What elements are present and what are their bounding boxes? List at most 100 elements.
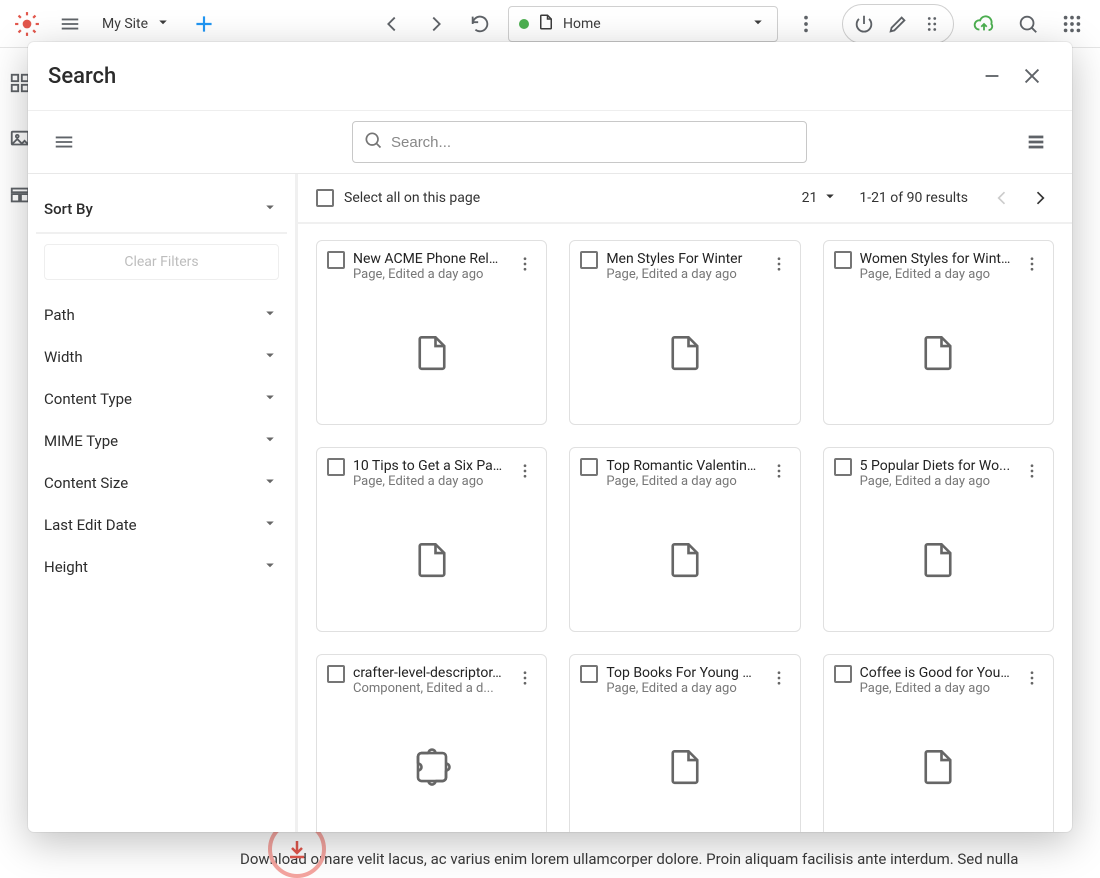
top-app-bar: My Site Home (0, 0, 1100, 48)
card-checkbox[interactable] (580, 458, 598, 476)
card-subtitle: Page, Edited a day ago (860, 267, 1011, 282)
card-checkbox[interactable] (834, 251, 852, 269)
result-card[interactable]: Women Styles for Winter Page, Edited a d… (823, 240, 1054, 425)
page-preview-text: Download ornare velit lacus, ac varius e… (240, 848, 1060, 871)
search-toolbar (28, 111, 1072, 174)
sort-by-section[interactable]: Sort By (36, 188, 287, 234)
card-subtitle: Page, Edited a day ago (353, 267, 504, 282)
card-title: 5 Popular Diets for Wo... (860, 458, 1011, 474)
page-file-icon (917, 746, 959, 792)
nav-back-button[interactable] (372, 4, 412, 44)
search-button[interactable] (1008, 4, 1048, 44)
card-checkbox[interactable] (834, 665, 852, 683)
main-menu-button[interactable] (50, 4, 90, 44)
site-selector[interactable]: My Site (94, 13, 180, 35)
clear-filters-button: Clear Filters (44, 244, 279, 280)
card-title: 10 Tips to Get a Six Pack (353, 458, 504, 474)
toggle-filters-button[interactable] (44, 122, 84, 162)
card-checkbox[interactable] (580, 665, 598, 683)
filter-last-edit-date[interactable]: Last Edit Date (36, 504, 287, 546)
publish-cloud-button[interactable] (964, 4, 1004, 44)
chevron-down-icon (261, 430, 279, 452)
filter-content-type[interactable]: Content Type (36, 378, 287, 420)
result-card[interactable]: 10 Tips to Get a Six Pack Page, Edited a… (316, 447, 547, 632)
minimize-button[interactable] (972, 56, 1012, 96)
reload-button[interactable] (460, 4, 500, 44)
result-card[interactable]: Men Styles For Winter Page, Edited a day… (569, 240, 800, 425)
filter-path[interactable]: Path (36, 294, 287, 336)
filter-content-size[interactable]: Content Size (36, 462, 287, 504)
chevron-down-icon (261, 304, 279, 326)
page-more-button[interactable] (786, 4, 826, 44)
modal-header: Search (28, 42, 1072, 111)
page-size-value: 21 (802, 190, 818, 206)
result-card[interactable]: 5 Popular Diets for Wo... Page, Edited a… (823, 447, 1054, 632)
select-all-checkbox[interactable] (316, 189, 334, 207)
card-checkbox[interactable] (327, 665, 345, 683)
card-more-button[interactable] (1019, 665, 1045, 691)
filter-height[interactable]: Height (36, 546, 287, 588)
results-pane: Select all on this page 21 1-21 of 90 re… (298, 174, 1072, 832)
page-size-select[interactable]: 21 (802, 187, 840, 209)
results-grid: New ACME Phone Relea... Page, Edited a d… (298, 224, 1072, 832)
card-subtitle: Page, Edited a day ago (606, 474, 757, 489)
apps-button[interactable] (1052, 4, 1092, 44)
filter-mime-type[interactable]: MIME Type (36, 420, 287, 462)
page-file-icon (664, 539, 706, 585)
site-selector-label: My Site (102, 16, 148, 32)
close-button[interactable] (1012, 56, 1052, 96)
chevron-down-icon (261, 346, 279, 368)
filter-label: Width (44, 348, 83, 366)
chevron-down-icon (154, 13, 172, 35)
drag-handle-button[interactable] (915, 7, 949, 41)
clear-filters-label: Clear Filters (124, 254, 198, 270)
page-file-icon (411, 539, 453, 585)
filter-label: Height (44, 558, 88, 576)
component-icon (411, 746, 453, 792)
url-bar[interactable]: Home (508, 6, 778, 42)
card-more-button[interactable] (766, 665, 792, 691)
card-subtitle: Page, Edited a day ago (860, 681, 1011, 696)
nav-forward-button[interactable] (416, 4, 456, 44)
result-card[interactable]: crafter-level-descriptor.... Component, … (316, 654, 547, 832)
card-subtitle: Page, Edited a day ago (606, 681, 757, 696)
card-checkbox[interactable] (834, 458, 852, 476)
result-card[interactable]: Top Romantic Valentine... Page, Edited a… (569, 447, 800, 632)
select-all-label: Select all on this page (344, 190, 480, 206)
status-dot-icon (519, 19, 529, 29)
card-more-button[interactable] (766, 458, 792, 484)
card-title: Coffee is Good for Your ... (860, 665, 1011, 681)
card-subtitle: Page, Edited a day ago (353, 474, 504, 489)
filter-width[interactable]: Width (36, 336, 287, 378)
result-card[interactable]: New ACME Phone Relea... Page, Edited a d… (316, 240, 547, 425)
card-checkbox[interactable] (580, 251, 598, 269)
filter-label: Content Type (44, 390, 132, 408)
search-input[interactable] (391, 134, 796, 151)
view-mode-button[interactable] (1016, 122, 1056, 162)
result-card[interactable]: Coffee is Good for Your ... Page, Edited… (823, 654, 1054, 832)
add-button[interactable] (184, 4, 224, 44)
card-more-button[interactable] (512, 251, 538, 277)
page-file-icon (917, 539, 959, 585)
card-more-button[interactable] (512, 665, 538, 691)
card-more-button[interactable] (1019, 458, 1045, 484)
sort-by-label: Sort By (44, 200, 93, 218)
power-button[interactable] (847, 7, 881, 41)
card-checkbox[interactable] (327, 251, 345, 269)
filters-sidebar: Sort By Clear Filters Path Width Content… (28, 174, 298, 832)
card-checkbox[interactable] (327, 458, 345, 476)
chevron-down-icon (261, 514, 279, 536)
card-more-button[interactable] (766, 251, 792, 277)
filter-label: Path (44, 306, 75, 324)
chevron-down-icon (749, 13, 767, 35)
page-file-icon (537, 13, 555, 35)
card-title: crafter-level-descriptor.... (353, 665, 504, 681)
next-page-button[interactable] (1026, 184, 1054, 212)
card-more-button[interactable] (1019, 251, 1045, 277)
result-card[interactable]: Top Books For Young W... Page, Edited a … (569, 654, 800, 832)
modal-title: Search (48, 64, 116, 89)
card-more-button[interactable] (512, 458, 538, 484)
edit-button[interactable] (881, 7, 915, 41)
results-count: 1-21 of 90 results (859, 190, 968, 206)
page-file-icon (664, 332, 706, 378)
